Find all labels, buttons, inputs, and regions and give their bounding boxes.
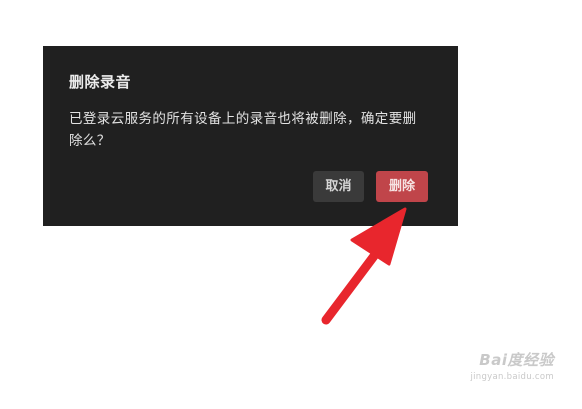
delete-button[interactable]: 删除: [376, 171, 428, 202]
baidu-jingyan-watermark: Bai度经验 jingyan.baidu.com: [434, 349, 554, 393]
arrow-shaft: [321, 247, 382, 325]
screenshot-canvas: 删除录音 已登录云服务的所有设备上的录音也将被删除，确定要删除么？ 取消 删除 …: [0, 0, 582, 409]
delete-recording-dialog: 删除录音 已登录云服务的所有设备上的录音也将被删除，确定要删除么？ 取消 删除: [43, 46, 458, 226]
cancel-button[interactable]: 取消: [313, 171, 364, 202]
dialog-title: 删除录音: [69, 73, 132, 91]
watermark-logo: Bai度经验: [479, 351, 554, 369]
watermark-url: jingyan.baidu.com: [470, 372, 554, 382]
dialog-message: 已登录云服务的所有设备上的录音也将被删除，确定要删除么？: [69, 111, 417, 149]
